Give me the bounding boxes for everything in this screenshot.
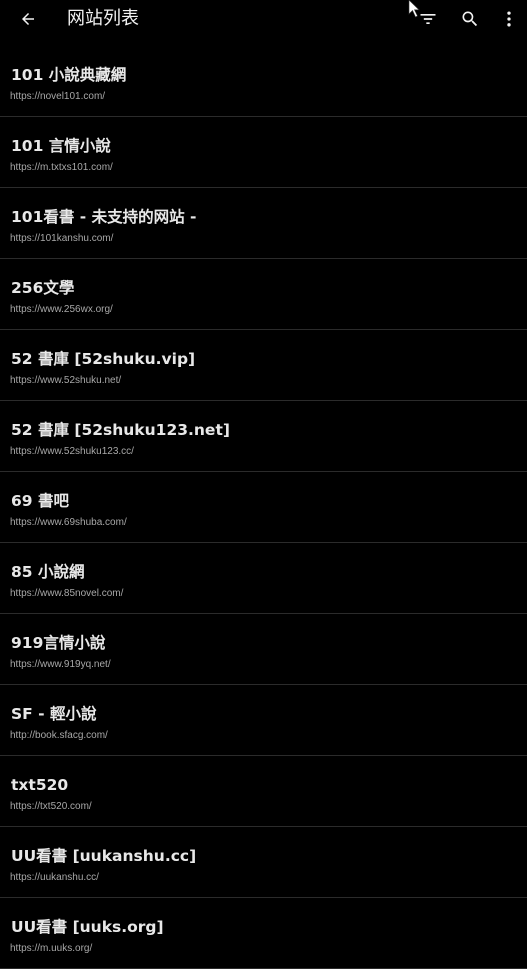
site-name: 101 言情小說	[11, 137, 111, 155]
list-item[interactable]: txt520 https://txt520.com/	[0, 756, 527, 827]
site-url: http://book.sfacg.com/	[10, 730, 108, 741]
app-bar: 网站列表	[0, 0, 527, 38]
site-name: 919言情小說	[11, 634, 106, 652]
list-item[interactable]: 101 小說典藏網 https://novel101.com/	[0, 46, 527, 117]
site-url: https://www.52shuku123.cc/	[10, 446, 134, 457]
site-list: 101 小說典藏網 https://novel101.com/101 言情小說 ht…	[0, 46, 527, 969]
site-name: 69 書吧	[11, 492, 69, 510]
site-url: https://txt520.com/	[10, 801, 92, 812]
site-url: https://www.256wx.org/	[10, 304, 113, 315]
site-name: 101看書 - 未支持的网站 -	[11, 208, 197, 226]
site-name: UU看書 [uukanshu.cc]	[11, 847, 197, 865]
list-item[interactable]: UU看書 [uukanshu.cc] https://uukanshu.cc/	[0, 827, 527, 898]
search-button[interactable]	[456, 5, 484, 33]
site-url: https://101kanshu.com/	[10, 233, 114, 244]
site-url: https://m.txtxs101.com/	[10, 162, 113, 173]
site-name: 85 小說網	[11, 563, 85, 581]
site-url: https://www.69shuba.com/	[10, 517, 127, 528]
list-item[interactable]: 52 書庫 [52shuku123.net] https://www.52shuk…	[0, 401, 527, 472]
site-url: https://www.52shuku.net/	[10, 375, 122, 386]
site-name: SF - 輕小說	[11, 705, 97, 723]
site-url: https://uukanshu.cc/	[10, 872, 99, 883]
list-item[interactable]: 85 小說網 https://www.85novel.com/	[0, 543, 527, 614]
page-title: 网站列表	[67, 8, 139, 29]
site-url: https://www.919yq.net/	[10, 659, 111, 670]
arrow-left-icon	[19, 10, 37, 28]
more-vertical-icon	[499, 9, 519, 29]
site-name: txt520	[11, 776, 69, 794]
site-name: 52 書庫 [52shuku123.net]	[11, 421, 230, 439]
site-name: UU看書 [uuks.org]	[11, 918, 164, 936]
site-url: https://m.uuks.org/	[10, 943, 93, 954]
list-item[interactable]: 101看書 - 未支持的网站 - https://101kanshu.com/	[0, 188, 527, 259]
site-name: 256文學	[11, 279, 75, 297]
site-name: 101 小說典藏網	[11, 66, 127, 84]
list-item[interactable]: 69 書吧 https://www.69shuba.com/	[0, 472, 527, 543]
list-item[interactable]: SF - 輕小說 http://book.sfacg.com/	[0, 685, 527, 756]
list-item[interactable]: 256文學 https://www.256wx.org/	[0, 259, 527, 330]
mouse-pointer-icon	[408, 0, 422, 18]
list-item[interactable]: 52 書庫 [52shuku.vip] https://www.52shuku.n…	[0, 330, 527, 401]
list-item[interactable]: 919言情小說 https://www.919yq.net/	[0, 614, 527, 685]
search-icon	[460, 9, 480, 29]
site-url: https://www.85novel.com/	[10, 588, 124, 599]
site-url: https://novel101.com/	[10, 91, 106, 102]
site-name: 52 書庫 [52shuku.vip]	[11, 350, 196, 368]
list-item[interactable]: UU看書 [uuks.org] https://m.uuks.org/	[0, 898, 527, 969]
back-button[interactable]	[14, 6, 42, 32]
more-options-button[interactable]	[495, 5, 523, 33]
list-item[interactable]: 101 言情小說 https://m.txtxs101.com/	[0, 117, 527, 188]
